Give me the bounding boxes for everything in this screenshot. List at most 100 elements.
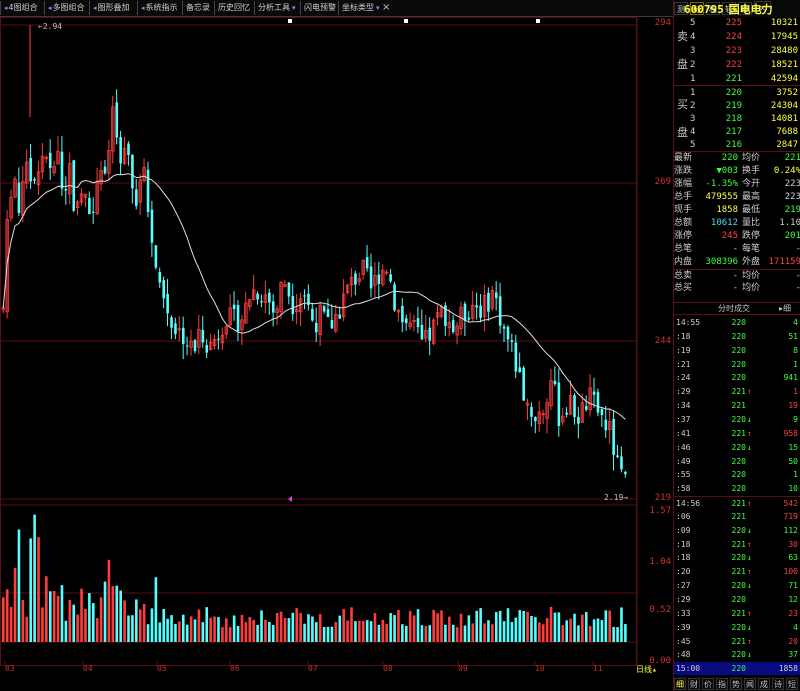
volume-bar	[385, 623, 389, 642]
toolbar-button-history[interactable]: 历史回忆	[214, 1, 253, 15]
period-selector[interactable]: 日线▴	[636, 664, 657, 675]
tick-row: :29 220 12	[674, 593, 800, 606]
sell-order-row[interactable]: 5 225 10321	[674, 16, 800, 30]
tick-time: :55	[676, 470, 691, 480]
candle-body	[620, 456, 623, 470]
volume-bar	[346, 620, 349, 642]
volume-bar	[361, 620, 365, 642]
volume-bar	[283, 617, 287, 642]
bottom-tab[interactable]: 势	[730, 678, 742, 690]
candle-body	[256, 293, 259, 300]
tick-list[interactable]: 14:55 220 4:18 220 51:19 220 8:21 220 1:24 220 941…	[674, 316, 800, 677]
bottom-tab[interactable]: 闻	[744, 678, 756, 690]
sell-order-row[interactable]: 1 221 42594	[674, 72, 800, 86]
arrow-down-icon: ↓	[747, 581, 752, 591]
candle-body	[91, 211, 95, 213]
buy-order-row[interactable]: 4 217 7688	[674, 125, 800, 139]
volume-bar	[616, 627, 619, 642]
candle-body	[377, 274, 381, 284]
quote-row: 现手 1858 最低 219	[674, 204, 800, 217]
dropdown-arrow-icon: ◂	[93, 4, 97, 12]
tick-volume: 15	[788, 442, 798, 452]
buy-order-row[interactable]: 3 218 14081	[674, 112, 800, 126]
quote-row: 涨幅 -1.35% 今开 223	[674, 178, 800, 191]
candle-body	[612, 418, 615, 455]
volume-bar	[232, 615, 236, 642]
bottom-tab[interactable]: 细	[674, 678, 686, 690]
bottom-tab[interactable]: 指	[716, 678, 728, 690]
arrow-down-icon: ↓	[747, 442, 752, 452]
volume-bar	[29, 538, 32, 642]
order-price: 221	[725, 74, 742, 84]
volume-bar	[225, 618, 228, 642]
toolbar-button-axis-type[interactable]: 坐标类型 ▾	[338, 1, 384, 15]
bottom-tab[interactable]: 成	[758, 678, 770, 690]
toolbar-button-multichart[interactable]: ◂多图组合	[44, 1, 88, 15]
bottom-tab[interactable]: 短	[786, 678, 798, 690]
candle-body	[354, 273, 357, 285]
quote-panel: 测 标 权 较 移 ✕ 600795 国电电力 卖 盘 5 225 10321 4 22…	[673, 0, 800, 691]
tick-volume: 100	[783, 567, 798, 577]
volume-bar	[569, 618, 572, 642]
candle-body	[232, 304, 236, 310]
candle-body	[205, 344, 209, 353]
arrow-up-icon: ↑	[747, 428, 752, 438]
bottom-tab[interactable]: 诗	[772, 678, 784, 690]
candle-body	[146, 169, 150, 212]
volume-bar	[205, 607, 209, 642]
tick-price: 221	[731, 428, 746, 438]
kline-chart[interactable]	[0, 17, 673, 683]
arrow-up-icon: ↑	[747, 608, 752, 618]
close-icon[interactable]: ×	[382, 1, 390, 15]
tick-time: :20	[676, 567, 691, 577]
tick-time: :29	[676, 595, 691, 604]
volume-bar	[608, 610, 612, 642]
toolbar-button-memo[interactable]: 备忘录	[182, 1, 213, 15]
status-bar	[0, 683, 673, 691]
tick-row: 14:56 221 ↑ 542	[674, 496, 800, 509]
buy-order-row[interactable]: 1 220 3752	[674, 86, 800, 100]
volume-bar	[123, 600, 126, 642]
tick-volume: 63	[788, 553, 798, 563]
sell-order-row[interactable]: 4 224 17945	[674, 30, 800, 44]
volume-bar	[119, 590, 122, 642]
volume-bar	[60, 585, 64, 642]
sell-orderbook: 卖 盘 5 225 10321 4 224 17945 3 223 28480 2 222 18521…	[674, 16, 800, 86]
sell-order-row[interactable]: 3 223 28480	[674, 44, 800, 58]
volume-bar	[115, 585, 119, 642]
tick-row: :45 221 ↑ 20	[674, 635, 800, 648]
order-price: 224	[725, 32, 742, 42]
toolbar-button-alert[interactable]: 闪电预警	[300, 1, 339, 15]
order-level: 5	[690, 140, 696, 150]
quote-value: ▼003	[716, 166, 738, 176]
candle-body	[119, 137, 122, 164]
tick-volume: 50	[788, 456, 798, 466]
tick-time: :49	[676, 456, 691, 466]
buy-order-row[interactable]: 5 216 2847	[674, 138, 800, 152]
ticks-detail-toggle[interactable]: ▸细	[779, 303, 791, 314]
toolbar-button-4chart[interactable]: ◂4图组合	[0, 1, 41, 15]
toolbar-button-indicator[interactable]: ◂系统指示	[137, 1, 181, 15]
buy-order-row[interactable]: 2 219 24304	[674, 99, 800, 113]
candle-body	[534, 416, 537, 422]
volume-bar	[170, 615, 173, 642]
tick-time: :18	[676, 553, 691, 563]
sell-order-row[interactable]: 2 222 18521	[674, 58, 800, 72]
quote-label: 涨停	[674, 231, 693, 241]
volume-bar	[459, 613, 463, 642]
volume-bar	[56, 595, 60, 642]
volume-bar	[84, 608, 87, 642]
quote-value: 223	[784, 179, 800, 189]
tick-row: :21 220 1	[674, 358, 800, 371]
arrow-up-icon: ↑	[747, 539, 752, 549]
toolbar-button-analysis[interactable]: 分析工具 ▾	[254, 1, 300, 15]
bottom-tab[interactable]: 财	[688, 678, 700, 690]
candle-body	[573, 395, 576, 418]
tick-row: :18 220 51	[674, 330, 800, 343]
bottom-tab[interactable]: 价	[702, 678, 714, 690]
toolbar-button-overlay[interactable]: ◂图形叠加	[89, 1, 133, 15]
order-volume: 3752	[776, 88, 798, 98]
tick-volume: 1	[793, 387, 798, 397]
volume-bar	[588, 625, 592, 642]
volume-bar	[303, 623, 306, 642]
